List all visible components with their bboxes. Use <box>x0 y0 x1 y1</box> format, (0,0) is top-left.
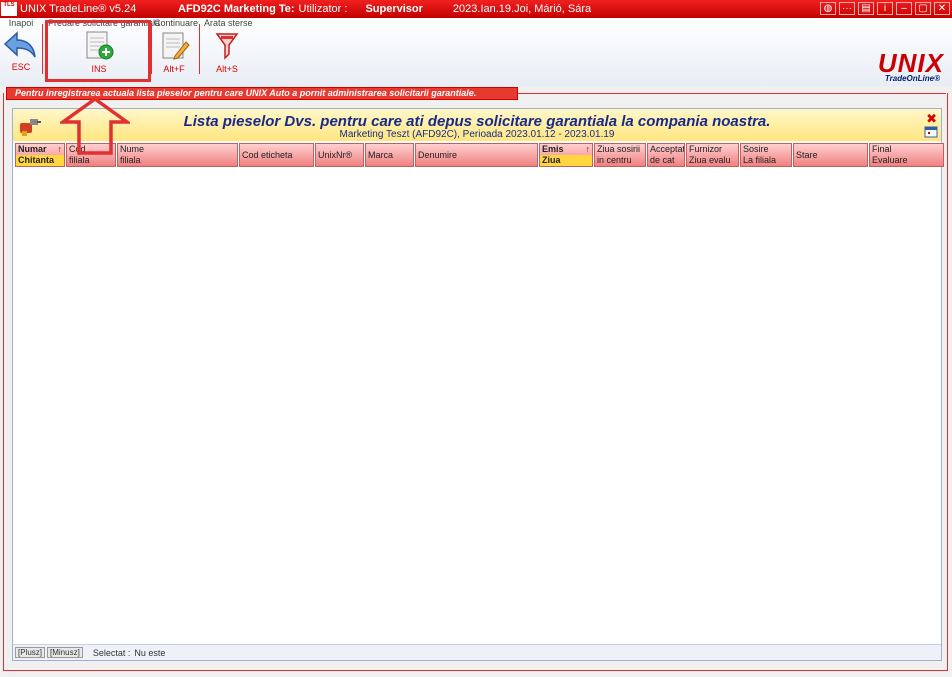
back-button[interactable]: Inapoi ESC <box>2 18 40 82</box>
column-header[interactable]: Ziua sosirii in centru <box>594 143 646 167</box>
column-header-sublabel: filiala <box>69 155 90 165</box>
minimize-icon[interactable]: – <box>896 2 912 15</box>
column-header[interactable]: Acceptat de cat <box>647 143 685 167</box>
column-header-sublabel: Evaluare <box>872 155 908 165</box>
grid-header: Numar Chitanta ↑ Cod filiala Nume filiala Cod e… <box>15 143 945 167</box>
column-header-label: Final <box>872 144 892 154</box>
column-header-sublabel: filiala <box>120 155 141 165</box>
column-header-label: Furnizor <box>689 144 723 154</box>
panel-header: Lista pieselor Dvs. pentru care ati depu… <box>13 109 941 141</box>
column-header-label: Cod eticheta <box>242 150 293 160</box>
plus-button[interactable]: [Plusz] <box>15 647 46 658</box>
dots-icon[interactable]: ··· <box>839 2 855 15</box>
column-header-label: Ziua sosirii <box>597 144 641 154</box>
selected-value: Nu este <box>134 647 166 658</box>
back-label: Inapoi <box>8 18 34 28</box>
column-header[interactable]: Nume filiala <box>117 143 238 167</box>
filter-funnel-icon <box>215 33 239 60</box>
app-title: UNIX TradeLine® v5.24 <box>20 3 137 15</box>
panel-subtitle: Marketing Teszt (AFD92C), Perioada 2023.… <box>339 129 615 140</box>
user-label: Utilizator : <box>298 3 348 15</box>
calendar-icon[interactable] <box>924 126 938 138</box>
column-header[interactable]: Stare <box>793 143 868 167</box>
user-name: Supervisor <box>365 3 423 15</box>
show-deleted-hotkey: Alt+S <box>216 64 238 74</box>
unix-logo: UNIX TradeOnLine® <box>854 44 946 86</box>
panel-title: Lista pieselor Dvs. pentru care ati depu… <box>183 113 771 130</box>
column-header-label: Nume <box>120 144 145 154</box>
logo-tagline: TradeOnLine® <box>884 74 940 83</box>
back-hotkey: ESC <box>11 62 31 72</box>
show-deleted-button[interactable]: Arata sterse Alt+S <box>204 18 253 82</box>
column-header[interactable]: Final Evaluare <box>869 143 944 167</box>
column-header-label: Marca <box>368 150 394 160</box>
column-header-sublabel: Ziua <box>540 155 592 166</box>
show-deleted-label: Arata sterse <box>204 18 253 28</box>
continue-label: Continuare <box>154 18 199 28</box>
selected-label: Selectat : <box>92 647 131 658</box>
column-header[interactable]: UnixNr® <box>315 143 364 167</box>
close-icon[interactable]: ✕ <box>934 2 950 15</box>
column-header-sublabel: in centru <box>597 155 632 165</box>
toolbar-separator <box>151 24 152 74</box>
info-icon[interactable]: i <box>877 2 893 15</box>
minus-button[interactable]: [Minusz] <box>47 647 83 658</box>
title-bar: TLS UNIX TradeLine® v5.24 AFD92C Marketi… <box>0 0 952 18</box>
column-header-label: Emis <box>542 144 564 154</box>
column-header-label: Sosire <box>743 144 769 154</box>
annotation-arrow-icon <box>60 96 130 155</box>
column-header-label: Denumire <box>418 150 458 160</box>
column-header[interactable]: Marca <box>365 143 414 167</box>
back-arrow-icon <box>3 31 36 58</box>
column-header-sublabel: La filiala <box>743 155 777 165</box>
column-header-sublabel: de cat <box>650 155 675 165</box>
continue-hotkey: Alt+F <box>163 64 185 74</box>
column-header[interactable]: Cod eticheta <box>239 143 314 167</box>
current-date: 2023.Ian.19.Joi, Márió, Sára <box>452 3 592 15</box>
continue-button[interactable]: Continuare Alt+F <box>154 18 199 82</box>
column-header[interactable]: Emis Ziua ↑ <box>539 143 593 167</box>
company-name: AFD92C Marketing Te: <box>178 3 295 15</box>
column-header-label: UnixNr® <box>318 150 353 160</box>
globe-icon[interactable]: ◍ <box>820 2 836 15</box>
sort-arrow-icon: ↑ <box>585 144 591 154</box>
panel-footer: [Plusz] [Minusz] Selectat : Nu este <box>13 644 941 660</box>
column-header[interactable]: Sosire La filiala <box>740 143 792 167</box>
edit-document-icon <box>162 32 190 60</box>
toolbar-separator <box>42 24 43 74</box>
toolbar-separator <box>199 24 200 74</box>
claims-panel: Lista pieselor Dvs. pentru care ati depu… <box>12 108 945 661</box>
panel-close-icon[interactable]: ✖ <box>926 111 937 127</box>
column-header-sublabel: Chitanta <box>16 155 64 166</box>
window-icon[interactable]: ▤ <box>858 2 874 15</box>
hint-line <box>518 93 946 94</box>
app-icon: TLS <box>1 2 17 16</box>
column-header-label: Acceptat <box>650 144 684 154</box>
column-header[interactable]: Numar Chitanta ↑ <box>15 143 65 167</box>
column-header-sublabel: Ziua evalu <box>689 155 731 165</box>
column-header[interactable]: Denumire <box>415 143 538 167</box>
maximize-icon[interactable]: ▢ <box>915 2 931 15</box>
column-header[interactable]: Furnizor Ziua evalu <box>686 143 739 167</box>
column-header-label: Stare <box>796 150 818 160</box>
highlight-box <box>45 20 151 82</box>
